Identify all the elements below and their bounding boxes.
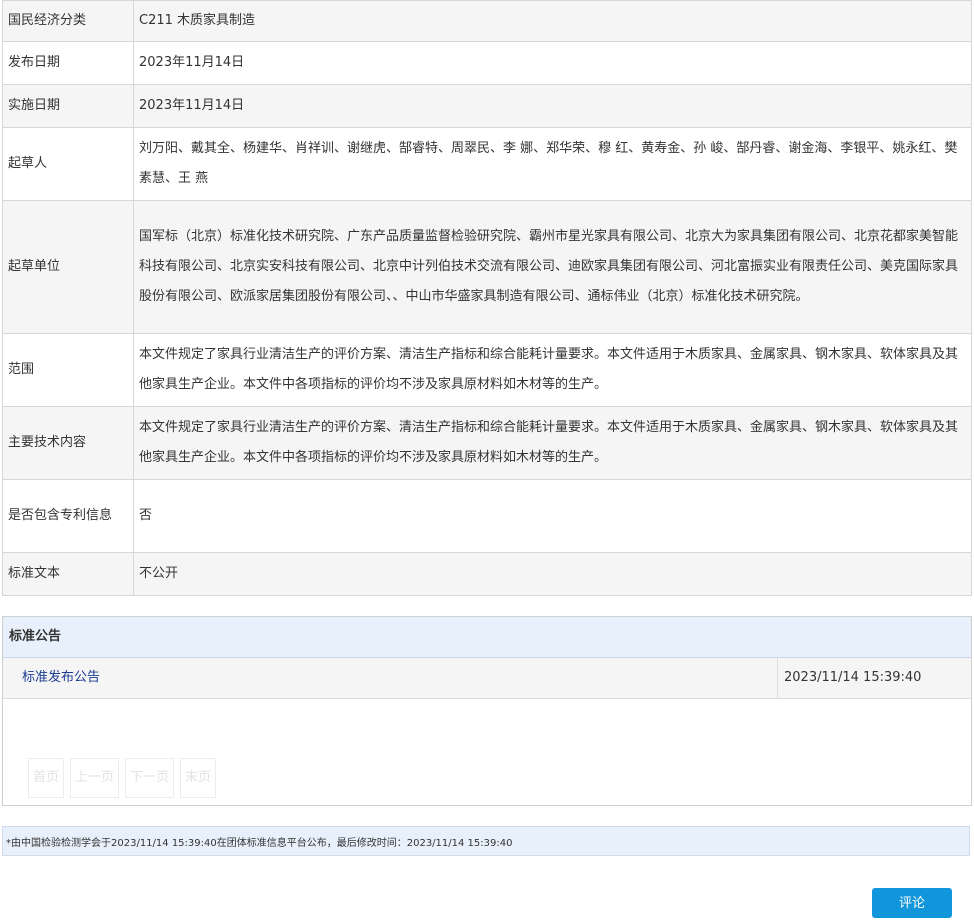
info-row-publish-date: 发布日期 2023年11月14日 xyxy=(2,41,972,85)
info-label: 起草单位 xyxy=(2,200,134,334)
publish-info-note: *由中国检验检测学会于2023/11/14 15:39:40在团体标准信息平台公… xyxy=(2,826,970,856)
info-row-implement-date: 实施日期 2023年11月14日 xyxy=(2,84,972,128)
pagination: 首页 上一页 下一页 末页 xyxy=(28,758,222,798)
info-row-standard-text: 标准文本 不公开 xyxy=(2,552,972,596)
info-value: 不公开 xyxy=(133,552,972,596)
notice-date: 2023/11/14 15:39:40 xyxy=(777,658,971,698)
info-value: C211 木质家具制造 xyxy=(133,0,972,42)
info-value: 2023年11月14日 xyxy=(133,84,972,128)
info-label: 实施日期 xyxy=(2,84,134,128)
info-label: 起草人 xyxy=(2,127,134,201)
info-row-classification: 国民经济分类 C211 木质家具制造 xyxy=(2,0,972,42)
pager-next-button[interactable]: 下一页 xyxy=(125,758,175,798)
info-label: 发布日期 xyxy=(2,41,134,85)
info-row-patent: 是否包含专利信息 否 xyxy=(2,479,972,553)
info-row-main-content: 主要技术内容 本文件规定了家具行业清洁生产的评价方案、清洁生产指标和综合能耗计量… xyxy=(2,406,972,480)
pager-last-button[interactable]: 末页 xyxy=(180,758,217,798)
info-label: 范围 xyxy=(2,333,134,407)
info-value: 否 xyxy=(133,479,972,553)
info-row-scope: 范围 本文件规定了家具行业清洁生产的评价方案、清洁生产指标和综合能耗计量要求。本… xyxy=(2,333,972,407)
pager-prev-button[interactable]: 上一页 xyxy=(70,758,120,798)
notice-panel-title: 标准公告 xyxy=(3,617,971,658)
info-label: 标准文本 xyxy=(2,552,134,596)
info-value: 国军标（北京）标准化技术研究院、广东产品质量监督检验研究院、霸州市星光家具有限公… xyxy=(133,200,972,334)
standard-info-table: 国民经济分类 C211 木质家具制造 发布日期 2023年11月14日 实施日期… xyxy=(2,0,972,596)
info-label: 是否包含专利信息 xyxy=(2,479,134,553)
info-row-drafting-units: 起草单位 国军标（北京）标准化技术研究院、广东产品质量监督检验研究院、霸州市星光… xyxy=(2,200,972,334)
comment-button[interactable]: 评论 xyxy=(872,888,952,918)
info-label: 国民经济分类 xyxy=(2,0,134,42)
info-value: 本文件规定了家具行业清洁生产的评价方案、清洁生产指标和综合能耗计量要求。本文件适… xyxy=(133,406,972,480)
info-label: 主要技术内容 xyxy=(2,406,134,480)
standard-notice-panel: 标准公告 标准发布公告 2023/11/14 15:39:40 首页 上一页 下… xyxy=(2,616,972,806)
info-row-drafters: 起草人 刘万阳、戴其全、杨建华、肖祥训、谢继虎、郜睿特、周翠民、李 娜、郑华荣、… xyxy=(2,127,972,201)
info-value: 2023年11月14日 xyxy=(133,41,972,85)
info-value: 本文件规定了家具行业清洁生产的评价方案、清洁生产指标和综合能耗计量要求。本文件适… xyxy=(133,333,972,407)
pager-first-button[interactable]: 首页 xyxy=(28,758,65,798)
info-value: 刘万阳、戴其全、杨建华、肖祥训、谢继虎、郜睿特、周翠民、李 娜、郑华荣、穆 红、… xyxy=(133,127,972,201)
notice-link[interactable]: 标准发布公告 xyxy=(22,658,100,698)
notice-list-item: 标准发布公告 2023/11/14 15:39:40 xyxy=(3,658,971,699)
